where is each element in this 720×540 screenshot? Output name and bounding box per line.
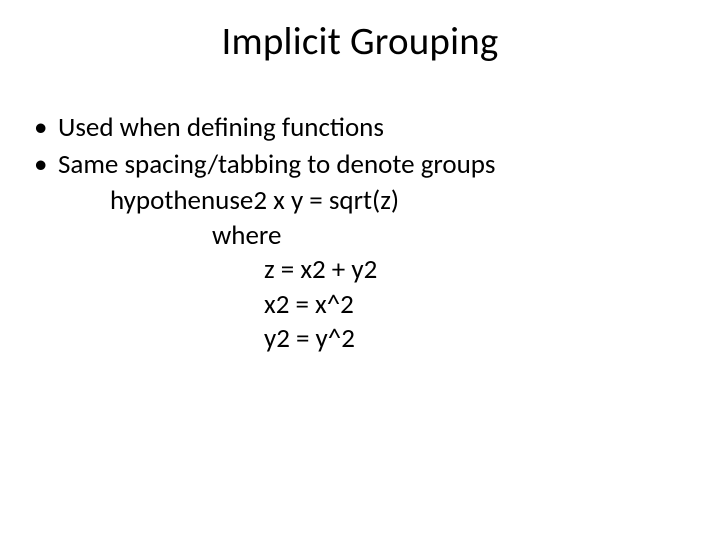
code-line: y2 = y^2 — [34, 322, 686, 357]
code-line: x2 = x^2 — [34, 288, 686, 323]
code-block: hypothenuse2 x y = sqrt(z) where z = x2 … — [34, 184, 686, 357]
slide-title: Implicit Grouping — [34, 18, 686, 65]
slide: Implicit Grouping Used when defining fun… — [0, 0, 720, 540]
code-line: hypothenuse2 x y = sqrt(z) — [34, 184, 686, 219]
bullet-item: Used when defining functions — [34, 111, 686, 146]
bullet-list: Used when defining functions Same spacin… — [34, 111, 686, 182]
bullet-item: Same spacing/tabbing to denote groups — [34, 148, 686, 183]
code-line: z = x2 + y2 — [34, 253, 686, 288]
slide-body: Used when defining functions Same spacin… — [34, 111, 686, 357]
code-line: where — [34, 219, 686, 254]
